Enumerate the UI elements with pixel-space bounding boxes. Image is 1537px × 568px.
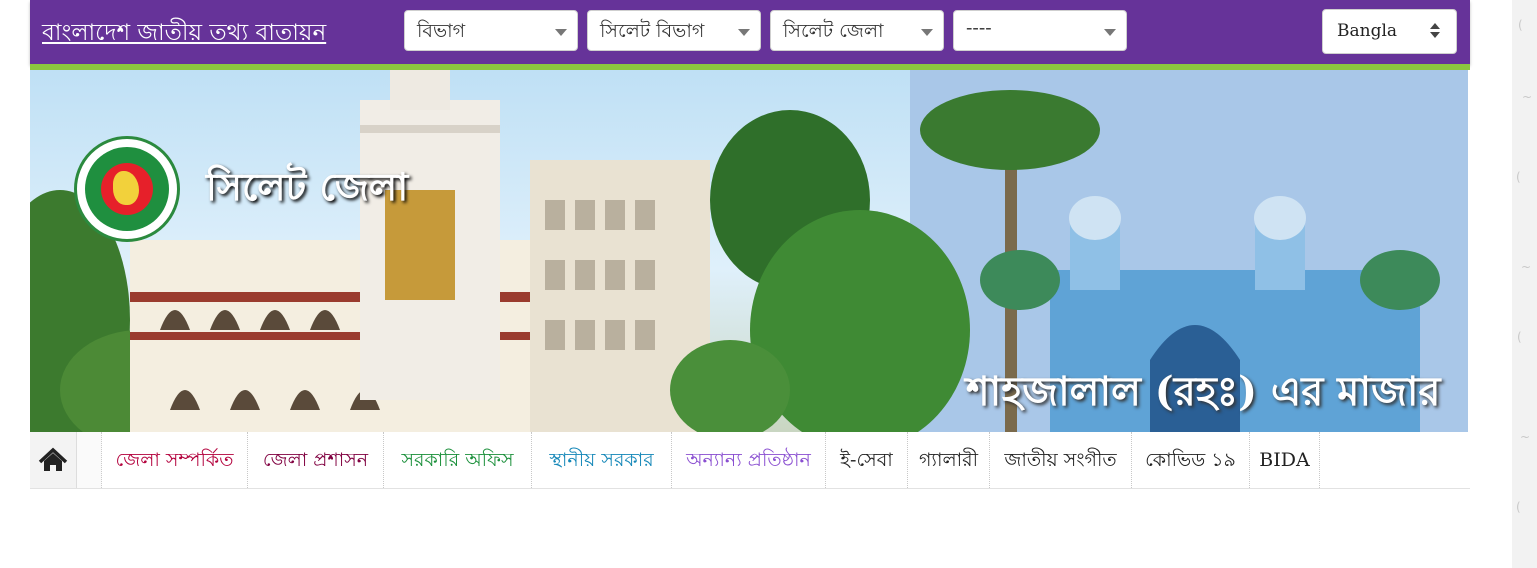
district-value: সিলেট জেলা	[783, 20, 884, 42]
nav-item-district-administration[interactable]: জেলা প্রশাসন	[248, 432, 384, 488]
page-side-pattern: ( ~ ( ~ ( ~ (	[1512, 0, 1537, 568]
nav-item-gallery[interactable]: গ্যালারী	[908, 432, 990, 488]
nav-item-local-government[interactable]: স্থানীয় সরকার	[532, 432, 672, 488]
division-value: সিলেট বিভাগ	[600, 20, 705, 42]
chevron-down-icon	[738, 29, 750, 36]
chevron-down-icon	[921, 29, 933, 36]
banner-caption: শাহজালাল (রহঃ) এর মাজার	[966, 368, 1441, 415]
division-type-select[interactable]: বিভাগ	[404, 10, 578, 51]
nav-item-bida[interactable]: BIDA	[1250, 432, 1320, 488]
language-select[interactable]: Bangla	[1322, 9, 1457, 54]
sort-arrows-icon	[1430, 23, 1440, 38]
division-type-value: বিভাগ	[417, 20, 466, 42]
nav-spacer	[77, 432, 102, 488]
top-header-bar: বাংলাদেশ জাতীয় তথ্য বাতায়ন বিভাগ সিলেট…	[30, 0, 1470, 64]
district-name-heading: সিলেট জেলা	[206, 164, 409, 209]
nav-item-covid-19[interactable]: কোভিড ১৯	[1132, 432, 1250, 488]
home-icon	[38, 447, 68, 471]
upazila-select[interactable]: ----	[953, 10, 1127, 51]
portal-title-link[interactable]: বাংলাদেশ জাতীয় তথ্য বাতায়ন	[42, 14, 326, 53]
government-emblem-logo	[74, 136, 180, 242]
district-select[interactable]: সিলেট জেলা	[770, 10, 944, 51]
nav-item-other-institutions[interactable]: অন্যান্য প্রতিষ্ঠান	[672, 432, 826, 488]
upazila-value: ----	[966, 17, 992, 39]
division-select[interactable]: সিলেট বিভাগ	[587, 10, 761, 51]
language-value: Bangla	[1337, 21, 1398, 41]
nav-home-button[interactable]	[30, 432, 77, 488]
district-banner: সিলেট জেলা শাহজালাল (রহঃ) এর মাজার	[30, 70, 1468, 432]
chevron-down-icon	[1104, 29, 1116, 36]
main-navigation: জেলা সম্পর্কিত জেলা প্রশাসন সরকারি অফিস …	[30, 432, 1470, 489]
chevron-down-icon	[555, 29, 567, 36]
nav-item-national-anthem[interactable]: জাতীয় সংগীত	[990, 432, 1132, 488]
nav-item-e-service[interactable]: ই-সেবা	[826, 432, 908, 488]
nav-item-government-offices[interactable]: সরকারি অফিস	[384, 432, 532, 488]
nav-item-district-about[interactable]: জেলা সম্পর্কিত	[102, 432, 248, 488]
